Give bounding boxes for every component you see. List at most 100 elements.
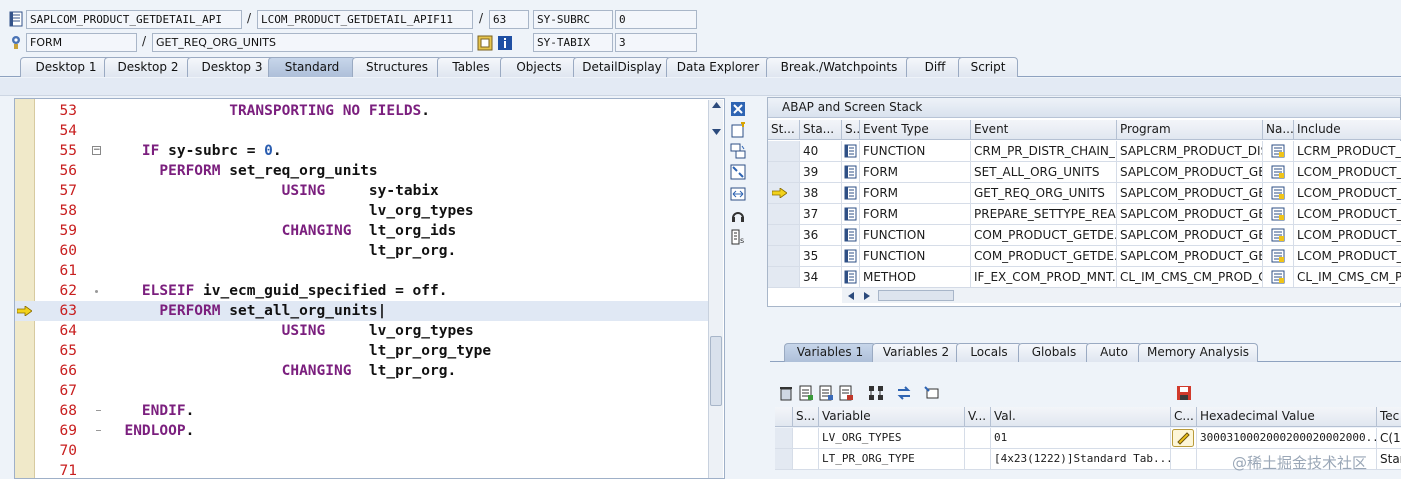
row-selector[interactable] (768, 162, 800, 183)
row-selector[interactable] (768, 225, 800, 246)
row-selector[interactable] (768, 267, 800, 288)
event-type-field[interactable]: FORM (26, 33, 137, 52)
code-line[interactable]: 68 ENDIF. (15, 401, 709, 421)
line-number-field[interactable]: 63 (489, 10, 529, 29)
column-header[interactable]: S... (842, 120, 860, 140)
include-cell[interactable]: LCOM_PRODUCT_G (1294, 246, 1401, 267)
program-cell[interactable]: SAPLCOM_PRODUCT_GE... (1117, 183, 1263, 204)
code-line[interactable]: 58 lv_org_types (15, 201, 709, 221)
code-line[interactable]: 55 − IF sy-subrc = 0. (15, 141, 709, 161)
transfer-icon[interactable] (896, 385, 912, 401)
tab-detaildisplay[interactable]: DetailDisplay (573, 57, 671, 77)
code-line[interactable]: 60 lt_pr_org. (15, 241, 709, 261)
tab-desktop-2[interactable]: Desktop 2 (104, 57, 192, 77)
maximize-icon[interactable] (730, 164, 746, 180)
stack-type-icon-cell[interactable] (842, 246, 860, 267)
event-cell[interactable]: COM_PRODUCT_GETDE... (971, 225, 1117, 246)
view-cell[interactable] (965, 449, 991, 470)
code-line[interactable]: 65 lt_pr_org_type (15, 341, 709, 361)
stack-type-icon-cell[interactable] (842, 183, 860, 204)
column-header[interactable]: Hexadecimal Value (1197, 407, 1377, 427)
event-cell[interactable]: COM_PRODUCT_GETDE... (971, 246, 1117, 267)
event-type-cell[interactable]: FUNCTION (860, 246, 971, 267)
sysvar-value-field[interactable]: 0 (615, 10, 697, 29)
swap-tool-icon[interactable] (730, 143, 746, 159)
row-selector[interactable] (768, 183, 800, 204)
program-cell[interactable]: SAPLCOM_PRODUCT_GE... (1117, 225, 1263, 246)
column-header[interactable]: Program (1117, 120, 1263, 140)
event-type-cell[interactable]: FUNCTION (860, 141, 971, 162)
code-line[interactable]: 63 PERFORM set_all_org_units| (15, 301, 709, 321)
source-icon[interactable] (1271, 228, 1285, 242)
delete-icon[interactable] (778, 385, 794, 401)
tab-globals[interactable]: Globals (1018, 343, 1090, 362)
navigate-cell[interactable] (1263, 204, 1294, 225)
sysvar-value-field[interactable]: 3 (615, 33, 697, 52)
include-cell[interactable]: LCRM_PRODUCT_DI (1294, 141, 1401, 162)
column-header[interactable]: V... (965, 407, 991, 427)
headset-icon[interactable] (730, 208, 746, 224)
column-header[interactable]: Val. (991, 407, 1171, 427)
stack-level[interactable]: 37 (800, 204, 842, 225)
collapse-icon[interactable]: − (92, 146, 101, 155)
new-tool-icon[interactable] (730, 122, 746, 138)
source-icon[interactable] (1271, 270, 1285, 284)
event-cell[interactable]: SET_ALL_ORG_UNITS (971, 162, 1117, 183)
navigate-cell[interactable] (1263, 183, 1294, 204)
tab-standard[interactable]: Standard (268, 57, 356, 77)
code-line[interactable]: 71 (15, 461, 709, 478)
program-cell[interactable]: SAPLCOM_PRODUCT_GE... (1117, 162, 1263, 183)
column-header[interactable]: Event Type (860, 120, 971, 140)
tab-variables-2[interactable]: Variables 2 (872, 343, 960, 362)
save-icon[interactable] (1176, 385, 1192, 401)
program-cell[interactable]: CL_IM_CMS_CM_PROD_C... (1117, 267, 1263, 288)
stack-type-icon-cell[interactable] (842, 204, 860, 225)
variable-value-cell[interactable]: 01 (991, 428, 1171, 449)
event-type-cell[interactable]: FORM (860, 204, 971, 225)
row-selector[interactable] (768, 141, 800, 162)
column-header[interactable]: Include (1294, 120, 1401, 140)
delete-row-icon[interactable] (838, 385, 854, 401)
tab-tables[interactable]: Tables (437, 57, 505, 77)
stack-type-icon-cell[interactable] (842, 141, 860, 162)
column-header[interactable]: Sta... (800, 120, 842, 140)
stack-level[interactable]: 40 (800, 141, 842, 162)
hex-value-cell[interactable]: 3000310002000200020002000... (1197, 428, 1377, 449)
source-icon[interactable] (1271, 207, 1285, 221)
include-field[interactable]: LCOM_PRODUCT_GETDETAIL_APIF11 (257, 10, 473, 29)
program-cell[interactable]: SAPLCOM_PRODUCT_GE... (1117, 204, 1263, 225)
event-type-cell[interactable]: FUNCTION (860, 225, 971, 246)
navigate-cell[interactable] (1263, 141, 1294, 162)
code-line[interactable]: 67 (15, 381, 709, 401)
code-line[interactable]: 70 (15, 441, 709, 461)
technical-type-cell[interactable]: C(10 (1377, 428, 1401, 449)
stack-type-icon-cell[interactable] (842, 267, 860, 288)
scroll-left-icon[interactable] (848, 292, 854, 300)
tab-objects[interactable]: Objects (500, 57, 578, 77)
include-cell[interactable]: CL_IM_CMS_CM_PR (1294, 267, 1401, 288)
event-type-cell[interactable]: METHOD (860, 267, 971, 288)
column-header[interactable]: St... (768, 120, 800, 140)
event-name-field[interactable]: GET_REQ_ORG_UNITS (152, 33, 473, 52)
scroll-right-icon[interactable] (864, 292, 870, 300)
source-icon[interactable] (1271, 144, 1285, 158)
editor-vertical-scrollbar[interactable] (708, 100, 723, 478)
stack-level[interactable]: 34 (800, 267, 842, 288)
scroll-thumb[interactable] (710, 336, 722, 406)
tab-diff[interactable]: Diff (906, 57, 964, 77)
change-cell[interactable] (1171, 428, 1197, 449)
column-header[interactable]: C... (1171, 407, 1197, 427)
include-cell[interactable]: LCOM_PRODUCT_G (1294, 162, 1401, 183)
code-line[interactable]: 69 ENDLOOP. (15, 421, 709, 441)
event-cell[interactable]: CRM_PR_DISTR_CHAIN_... (971, 141, 1117, 162)
tab-auto[interactable]: Auto (1086, 343, 1142, 362)
row-selector[interactable] (775, 428, 793, 449)
navigate-icon[interactable] (477, 35, 493, 51)
tab-memory-analysis[interactable]: Memory Analysis (1138, 343, 1258, 362)
stack-horizontal-scrollbar[interactable] (842, 287, 1401, 303)
variable-value-cell[interactable]: [4x23(1222)]Standard Tab... (991, 449, 1171, 470)
event-cell[interactable]: PREPARE_SETTYPE_REA... (971, 204, 1117, 225)
source-icon[interactable] (1271, 186, 1285, 200)
code-line[interactable]: 66 CHANGING lt_pr_org. (15, 361, 709, 381)
tab-structures[interactable]: Structures (352, 57, 442, 77)
